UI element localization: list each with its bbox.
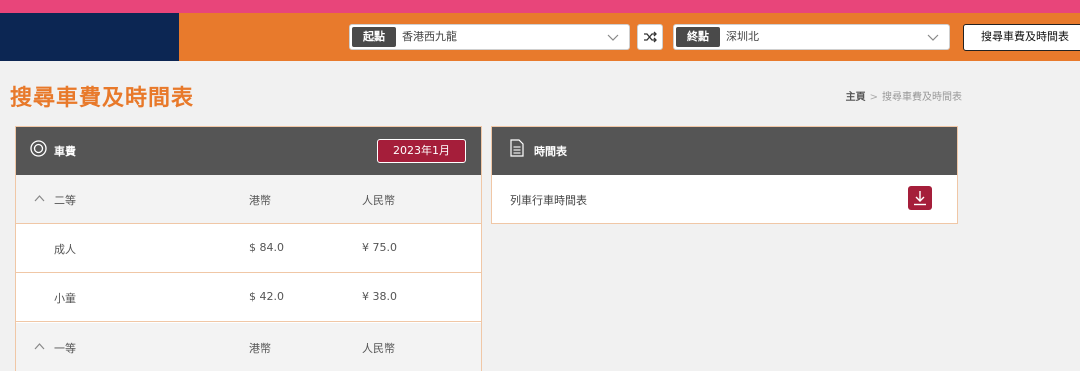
swap-icon bbox=[644, 31, 657, 43]
class-label: 一等 bbox=[54, 342, 76, 355]
breadcrumb: 主頁 > 搜尋車費及時間表 bbox=[846, 88, 962, 103]
origin-select[interactable]: 起點 香港西九龍 bbox=[349, 24, 630, 50]
logo-area bbox=[0, 13, 179, 61]
col-hkd-label: 港幣 bbox=[249, 194, 271, 207]
breadcrumb-current: 搜尋車費及時間表 bbox=[882, 92, 962, 103]
fare-hkd: $ 84.0 bbox=[249, 241, 284, 254]
fare-type: 小童 bbox=[54, 292, 76, 305]
timetable-panel-title: 時間表 bbox=[534, 145, 567, 158]
chevron-down-icon bbox=[927, 34, 939, 41]
destination-value: 深圳北 bbox=[726, 30, 759, 43]
fare-date-select[interactable]: 2023年1月 bbox=[377, 139, 466, 163]
timetable-item: 列車行車時間表 bbox=[492, 175, 957, 224]
page-title: 搜尋車費及時間表 bbox=[10, 86, 195, 111]
fare-panel-header: 車費 2023年1月 bbox=[16, 127, 481, 175]
fare-row-child: 小童 $ 42.0 ¥ 38.0 bbox=[16, 273, 481, 322]
chevron-down-icon bbox=[607, 34, 619, 41]
col-hkd-label: 港幣 bbox=[249, 342, 271, 355]
fare-rmb: ¥ 75.0 bbox=[362, 241, 397, 254]
top-nav-bar: 起點 香港西九龍 終點 深圳北 搜尋車費及時間表 bbox=[0, 13, 1080, 61]
search-fare-button[interactable]: 搜尋車費及時間表 bbox=[963, 24, 1080, 51]
col-rmb-label: 人民幣 bbox=[362, 194, 395, 207]
destination-select[interactable]: 終點 深圳北 bbox=[673, 24, 950, 50]
first-class-header-row[interactable]: 一等 港幣 人民幣 bbox=[16, 323, 481, 371]
origin-value: 香港西九龍 bbox=[402, 30, 457, 43]
timetable-panel: 時間表 列車行車時間表 bbox=[491, 126, 958, 224]
origin-tag: 起點 bbox=[352, 27, 396, 47]
coin-icon bbox=[30, 140, 47, 157]
timetable-panel-header: 時間表 bbox=[492, 127, 957, 175]
document-icon bbox=[510, 139, 524, 157]
second-class-header-row[interactable]: 二等 港幣 人民幣 bbox=[16, 175, 481, 224]
download-icon bbox=[914, 191, 926, 206]
swap-stations-button[interactable] bbox=[637, 24, 663, 50]
breadcrumb-home-link[interactable]: 主頁 bbox=[846, 92, 866, 103]
fare-type: 成人 bbox=[54, 243, 76, 256]
download-timetable-button[interactable] bbox=[908, 186, 932, 210]
top-accent-strip bbox=[0, 0, 1080, 13]
destination-tag: 終點 bbox=[676, 27, 720, 47]
fare-panel: 車費 2023年1月 二等 港幣 人民幣 成人 $ 84.0 ¥ 75.0 小童… bbox=[15, 126, 482, 371]
fare-hkd: $ 42.0 bbox=[249, 290, 284, 303]
fare-rmb: ¥ 38.0 bbox=[362, 290, 397, 303]
class-label: 二等 bbox=[54, 194, 76, 207]
breadcrumb-separator: > bbox=[869, 92, 878, 103]
col-rmb-label: 人民幣 bbox=[362, 342, 395, 355]
fare-row-adult: 成人 $ 84.0 ¥ 75.0 bbox=[16, 224, 481, 273]
fare-panel-title: 車費 bbox=[54, 145, 76, 158]
chevron-up-icon bbox=[34, 195, 45, 202]
chevron-up-icon bbox=[34, 343, 45, 350]
timetable-item-label: 列車行車時間表 bbox=[510, 194, 587, 207]
